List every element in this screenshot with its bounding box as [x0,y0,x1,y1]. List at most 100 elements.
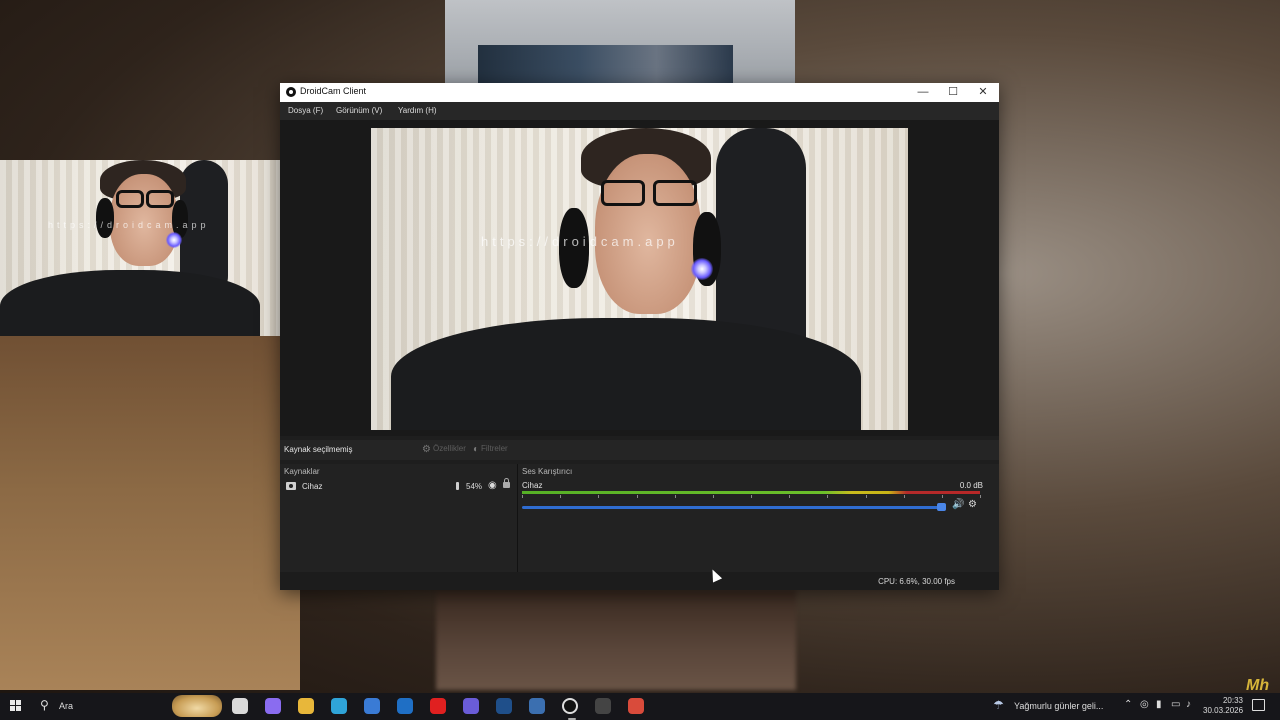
cpu-fps-status: CPU: 6.6%, 30.00 fps [878,577,955,586]
menu-help[interactable]: Yardım (H) [398,106,437,115]
droidcam-icon [286,87,296,97]
meter-tick [560,495,562,498]
preview-area: https://droidcam.app [280,120,999,436]
meter-tick [980,495,981,498]
filters-button[interactable]: ◐ Filtreler [473,444,508,455]
meter-tick [827,495,829,498]
sources-heading: Kaynaklar [284,467,320,476]
maximize-button[interactable]: ☐ [938,83,968,102]
minimize-button[interactable]: — [908,83,938,102]
camera-icon [286,482,296,490]
widgets-button[interactable] [172,695,222,717]
task-view-icon[interactable] [232,698,248,714]
gear-icon: ⚙ [422,444,431,455]
no-source-label: Kaynak seçilmemiş [284,445,353,454]
clock-time: 20:33 [1222,696,1243,705]
chrome-icon[interactable] [628,698,644,714]
source-level: 54% [466,482,483,491]
menu-bar: Dosya (F) Görünüm (V) Yardım (H) [280,102,999,120]
status-bar: CPU: 6.6%, 30.00 fps [280,572,999,590]
volume-icon[interactable]: ♪ [1186,699,1191,710]
clock[interactable]: 20:33 30.03.2026 [1203,696,1243,716]
volume-slider-thumb[interactable] [936,503,946,511]
volume-meter-ticks [522,495,981,501]
steam-icon[interactable] [496,698,512,714]
meter-tick [636,495,638,498]
obs-icon[interactable] [595,698,611,714]
microphone-icon[interactable]: ▮ [1156,699,1162,710]
floating-camera-preview[interactable]: https://droidcam.app [0,160,294,336]
edge-icon[interactable] [331,698,347,714]
windows-logo-pane [16,700,21,705]
person-body [391,318,861,430]
source-item[interactable]: Cihaz 54% ◉ [284,478,514,494]
glasses [146,190,174,208]
clock-date: 30.03.2026 [1203,706,1244,715]
headphone-led [691,258,713,280]
meter-tick [903,495,905,498]
search-icon[interactable]: ⚲ [40,698,49,712]
window-title: DroidCam Client [300,86,367,96]
copilot-icon[interactable] [265,698,281,714]
weather-icon[interactable]: ☂ [993,698,1004,712]
search-box[interactable]: Ara [59,701,73,711]
mixer-device-name: Cihaz [522,481,543,490]
file-explorer-icon[interactable] [298,698,314,714]
youtube-icon[interactable] [430,698,446,714]
volume-meter [522,491,980,494]
meter-tick [674,495,676,498]
meter-tick [751,495,752,498]
background-shape [0,330,300,690]
filters-label: Filtreler [481,444,508,453]
properties-label: Özellikler [432,444,466,453]
weather-text[interactable]: Yağmurlu günler geli... [1014,701,1103,711]
visibility-eye-icon[interactable]: ◉ [488,480,497,491]
headphone [96,198,114,238]
camera-preview[interactable]: https://droidcam.app [371,128,908,430]
outlook-icon[interactable] [397,698,413,714]
mixer-db-value: 0.0 dB [959,481,983,490]
glasses [116,190,144,208]
discord-icon[interactable] [463,698,479,714]
meter-tick [789,495,791,498]
glasses [653,180,697,206]
properties-button[interactable]: ⚙ Özellikler [422,444,466,455]
app-icon[interactable] [529,698,545,714]
person-body [0,270,260,336]
mixer-heading: Ses Karıştırıcı [522,467,573,476]
glasses [601,180,645,206]
meter-tick [598,495,600,498]
volume-slider[interactable] [522,506,941,509]
windows-logo-pane [16,706,21,711]
source-toolbar: Kaynak seçilmemiş ⚙ Özellikler ◐ Filtreler [280,440,999,460]
level-icon [456,482,459,490]
dock-panels: Kaynaklar Cihaz 54% ◉ Ses Karıştırıcı Ci… [280,464,999,572]
background-shape [436,590,796,690]
meter-tick [941,495,943,498]
title-bar[interactable]: DroidCam Client — ☐ ✕ [280,83,999,102]
gear-icon[interactable]: ⚙ [968,499,977,510]
lock-icon[interactable] [503,478,510,488]
watermark: https://droidcam.app [481,234,679,249]
watermark: https://droidcam.app [48,220,210,230]
meter-tick [522,495,523,498]
chevron-up-icon[interactable]: ⌃ [1124,699,1132,710]
windows-logo-pane [10,706,15,711]
sources-panel: Kaynaklar Cihaz 54% ◉ [280,464,518,572]
headphone-led [166,232,182,248]
audio-mixer-panel: Ses Karıştırıcı Cihaz 0.0 dB 🔊 ⚙ [518,464,999,572]
background-monitor-screen [478,45,733,83]
notification-icon[interactable] [1252,699,1265,711]
meter-tick [712,495,714,498]
start-button[interactable] [10,700,22,712]
menu-view[interactable]: Görünüm (V) [336,106,382,115]
speaker-icon[interactable]: 🔊 [952,499,964,510]
menu-file[interactable]: Dosya (F) [288,106,323,115]
taskbar: ⚲ Ara ☂ Yağmurlu günler geli... ⌃ ◎ ▮ ▭ … [0,693,1280,720]
store-icon[interactable] [364,698,380,714]
droidcam-window: DroidCam Client — ☐ ✕ Dosya (F) Görünüm … [280,83,999,590]
droidcam-icon[interactable] [562,698,578,720]
close-button[interactable]: ✕ [968,83,998,102]
network-icon[interactable]: ▭ [1171,699,1180,710]
droidcam-tray-icon[interactable]: ◎ [1140,699,1149,710]
